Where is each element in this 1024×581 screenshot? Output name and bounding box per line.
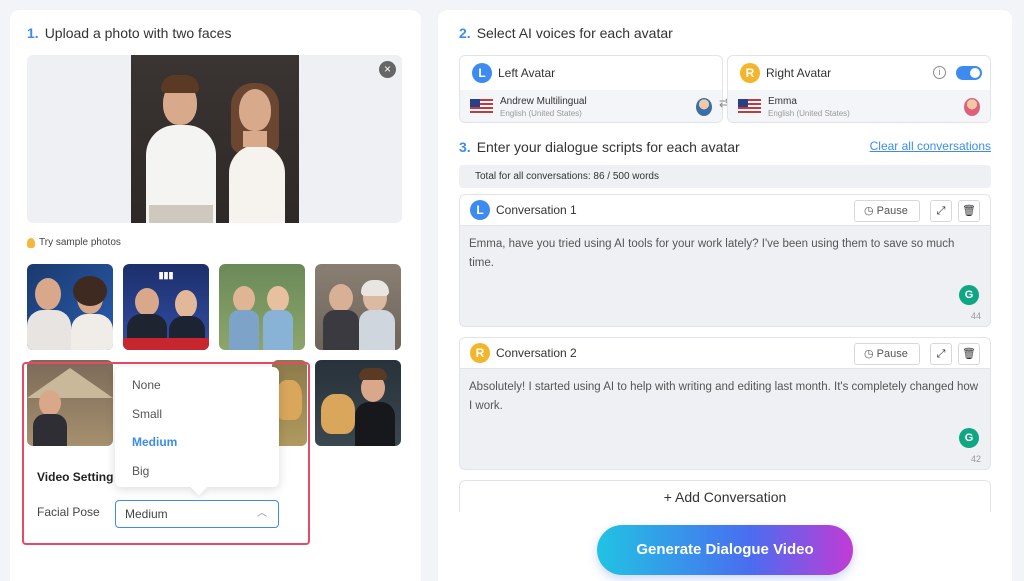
left-avatar-card[interactable]: L Left Avatar Andrew Multilingual Englis…	[459, 55, 723, 123]
step2-title: 2. Select AI voices for each avatar	[459, 25, 673, 41]
sample-photo-4[interactable]	[315, 264, 401, 350]
right-avatar-toggle[interactable]	[956, 66, 982, 80]
sample-photo-1[interactable]	[27, 264, 113, 350]
us-flag-icon	[470, 99, 493, 114]
upload-panel: 1. Upload a photo with two faces × Try sa…	[10, 10, 421, 581]
conversation-1-text[interactable]: Emma, have you tried using AI tools for …	[469, 235, 979, 273]
trash-icon[interactable]: 🗑	[958, 343, 980, 365]
facial-pose-select[interactable]: Medium ︿	[115, 500, 279, 528]
dropdown-option-none[interactable]: None	[115, 371, 279, 400]
right-avatar-voice[interactable]: Emma English (United States)	[728, 90, 990, 122]
clock-icon: ◷	[864, 205, 874, 217]
left-avatar-badge: L	[472, 63, 492, 83]
dropdown-option-small[interactable]: Small	[115, 400, 279, 429]
sample-photo-2[interactable]: ▮▮▮	[123, 264, 209, 350]
info-icon[interactable]: i	[933, 66, 946, 79]
uploaded-photo	[131, 55, 299, 223]
expand-icon[interactable]: ⤢	[930, 200, 952, 222]
photo-man	[141, 65, 221, 223]
pause-button[interactable]: ◷ Pause	[854, 343, 920, 365]
step1-title: 1. Upload a photo with two faces	[27, 25, 232, 41]
conversation-1-avatar-badge[interactable]: L	[470, 200, 490, 220]
male-avatar-icon	[696, 98, 712, 116]
expand-icon[interactable]: ⤢	[930, 343, 952, 365]
us-flag-icon	[738, 99, 761, 114]
conversation-card-1: L Conversation 1 ◷ Pause ⤢ 🗑 Emma, have …	[459, 194, 991, 327]
conversation-1-word-count: 44	[970, 311, 981, 321]
dropdown-option-medium[interactable]: Medium	[115, 428, 279, 457]
right-avatar-badge: R	[740, 63, 760, 83]
conversation-card-2: R Conversation 2 ◷ Pause ⤢ 🗑 Absolutely!…	[459, 337, 991, 470]
photo-woman	[219, 75, 295, 223]
step3-title: 3. Enter your dialogue scripts for each a…	[459, 139, 740, 155]
lightbulb-icon	[27, 237, 35, 248]
facial-pose-dropdown-menu: None Small Medium Big	[115, 367, 279, 487]
trash-icon[interactable]: 🗑	[958, 200, 980, 222]
chevron-up-icon: ︿	[257, 508, 267, 519]
right-avatar-label: Right Avatar	[766, 66, 832, 80]
conversation-2-word-count: 42	[970, 454, 981, 464]
right-avatar-card[interactable]: R Right Avatar i Emma English (United St…	[727, 55, 991, 123]
clock-icon: ◷	[864, 348, 874, 360]
dropdown-option-big[interactable]: Big	[115, 457, 279, 486]
sample-photos-hint: Try sample photos	[27, 237, 121, 248]
facial-pose-label: Facial Pose	[37, 505, 100, 519]
add-conversation-button[interactable]: + Add Conversation	[459, 480, 991, 512]
dialogue-panel: 2. Select AI voices for each avatar L Lef…	[438, 10, 1012, 581]
female-avatar-icon	[964, 98, 980, 116]
left-avatar-label: Left Avatar	[498, 66, 556, 80]
pause-button[interactable]: ◷ Pause	[854, 200, 920, 222]
sample-photo-8[interactable]	[315, 360, 401, 446]
conversation-2-text[interactable]: Absolutely! I started using AI to help w…	[469, 378, 979, 416]
clear-all-conversations-link[interactable]: Clear all conversations	[870, 139, 991, 153]
left-avatar-voice[interactable]: Andrew Multilingual English (United Stat…	[460, 90, 722, 122]
grammarly-icon[interactable]: G	[959, 285, 979, 305]
video-settings-title: Video Setting	[37, 470, 114, 484]
conversation-1-title: Conversation 1	[496, 203, 577, 217]
upload-area[interactable]: ×	[27, 55, 402, 223]
conversation-2-avatar-badge[interactable]: R	[470, 343, 490, 363]
word-count-total: Total for all conversations: 86 / 500 wo…	[459, 165, 991, 188]
generate-dialogue-video-button[interactable]: Generate Dialogue Video	[597, 525, 853, 575]
remove-photo-button[interactable]: ×	[379, 61, 396, 78]
conversation-2-title: Conversation 2	[496, 346, 577, 360]
sample-photo-3[interactable]	[219, 264, 305, 350]
grammarly-icon[interactable]: G	[959, 428, 979, 448]
